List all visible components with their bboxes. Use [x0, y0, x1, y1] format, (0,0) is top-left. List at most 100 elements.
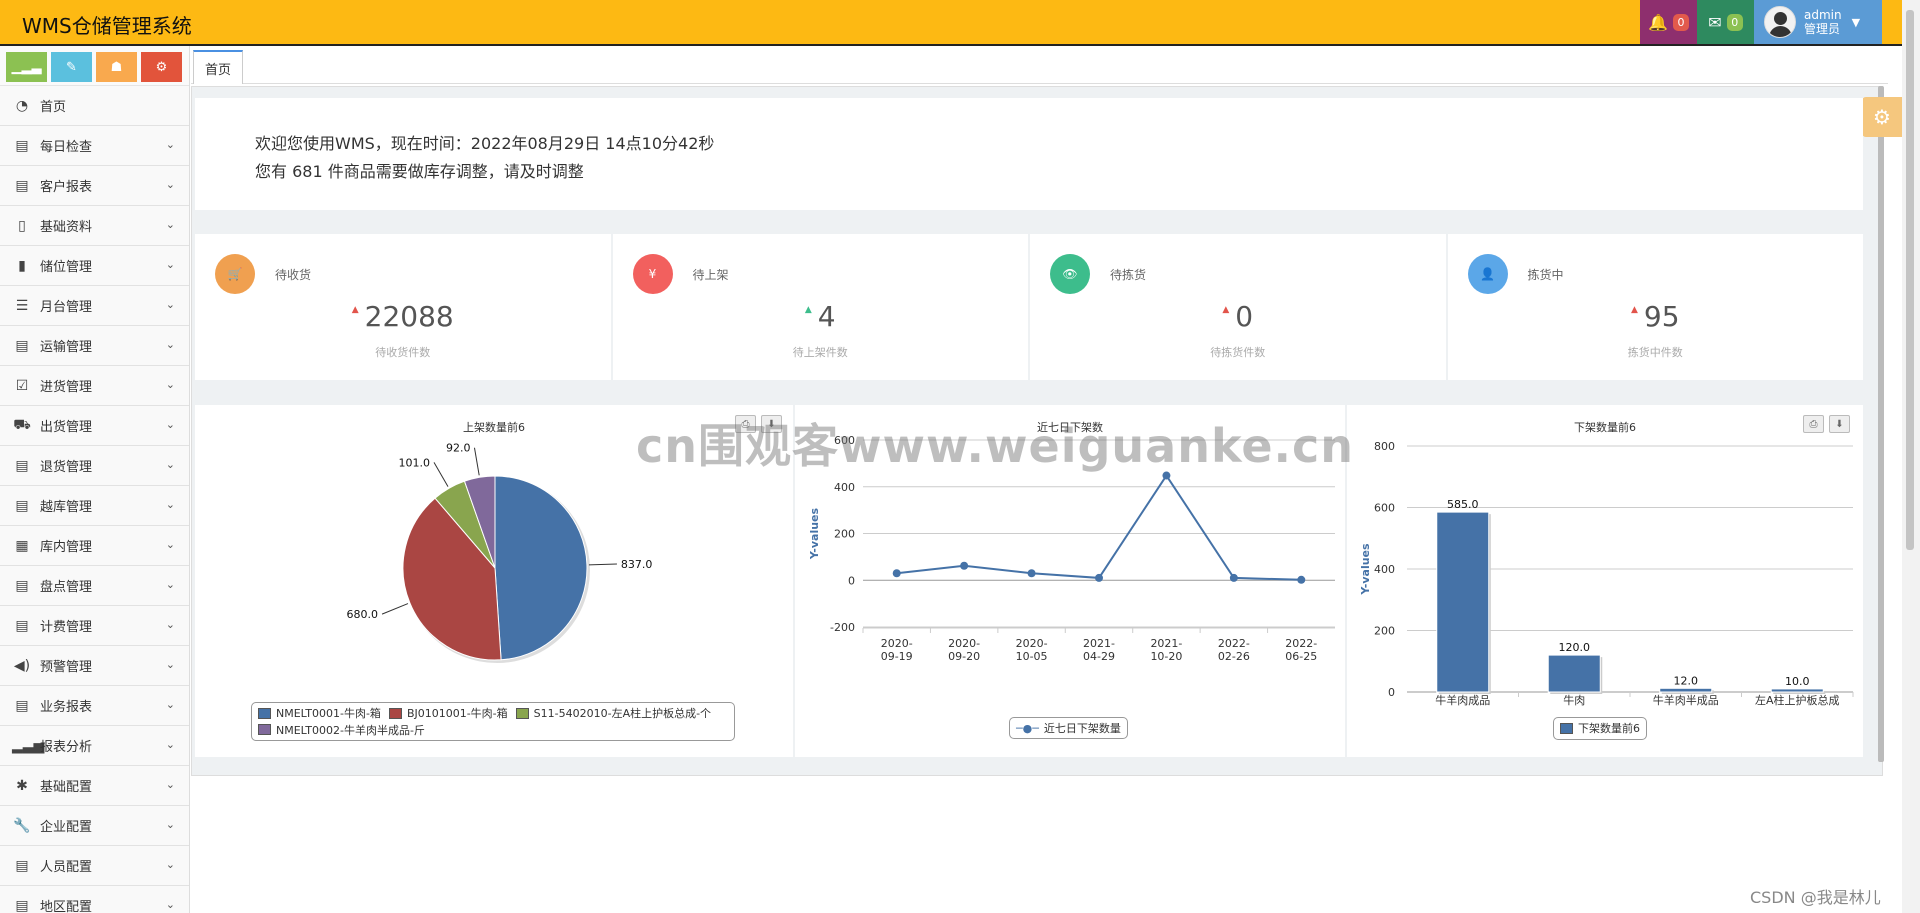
- line-series: [896, 473, 1302, 581]
- settings-float-button[interactable]: ⚙: [1862, 97, 1902, 137]
- signal-icon: ▁▂▃: [11, 59, 42, 75]
- sidebar-item[interactable]: ▯ 基础资料 ⌄: [0, 206, 189, 246]
- chevron-down-icon: ⌄: [165, 778, 175, 791]
- x-tick-label: 2022-02-26: [1218, 637, 1250, 663]
- bar[interactable]: [1770, 688, 1824, 693]
- sidebar-item[interactable]: ☰ 月台管理 ⌄: [0, 286, 189, 326]
- sidebar-item-label: 盘点管理: [40, 580, 93, 595]
- tab-bar: 首页: [191, 48, 1888, 84]
- sidebar-item-label: 报表分析: [40, 740, 93, 755]
- y-tick-label: 400: [1374, 563, 1395, 576]
- line-point[interactable]: [892, 569, 901, 578]
- stat-caption: 待上架件数: [792, 346, 848, 359]
- user-role: 管理员: [1804, 22, 1841, 36]
- film-icon: ▦: [15, 537, 29, 554]
- sidebar-item[interactable]: ⛟ 出货管理 ⌄: [0, 406, 189, 446]
- sidebar-item[interactable]: ◀) 预警管理 ⌄: [0, 646, 189, 686]
- content-scrollbar[interactable]: [1878, 86, 1884, 762]
- legend-entry[interactable]: ─●─ 近七日下架数量: [1016, 720, 1121, 736]
- legend-entry[interactable]: NMELT0002-牛羊肉半成品-斤: [258, 722, 425, 738]
- line-point[interactable]: [1229, 573, 1238, 582]
- stat-value-wrap: ▲ 95: [1448, 300, 1864, 333]
- chevron-down-icon: ⌄: [165, 498, 175, 511]
- bar[interactable]: [1436, 511, 1490, 693]
- y-tick-label: 200: [834, 528, 855, 541]
- sidebar-item[interactable]: ▤ 人员配置 ⌄: [0, 846, 189, 886]
- page-scrollbar-thumb[interactable]: [1906, 10, 1914, 550]
- sidebar-item[interactable]: ☑ 进货管理 ⌄: [0, 366, 189, 406]
- print-button[interactable]: ⎙: [1803, 415, 1824, 433]
- sidebar-item[interactable]: ▤ 越库管理 ⌄: [0, 486, 189, 526]
- envelope-icon: ✉: [1708, 12, 1722, 32]
- list-icon: ▤: [15, 457, 29, 474]
- print-icon: ⎙: [1809, 418, 1818, 430]
- bar-data-label: 10.0: [1785, 675, 1810, 688]
- legend-label: NMELT0002-牛羊肉半成品-斤: [276, 723, 425, 737]
- eye-icon: 👁: [1050, 254, 1090, 294]
- sidebar-item[interactable]: ▤ 业务报表 ⌄: [0, 686, 189, 726]
- sidebar-item-label: 计费管理: [40, 620, 93, 635]
- sidebar-item[interactable]: ◔ 首页: [0, 86, 189, 126]
- line-point[interactable]: [1027, 569, 1036, 578]
- legend-entry[interactable]: S11-5402010-左A柱上护板总成-个: [515, 705, 711, 721]
- signal-shortcut-button[interactable]: ▁▂▃: [6, 52, 47, 82]
- list-icon: ▤: [15, 337, 29, 354]
- bar-data-label: 120.0: [1559, 641, 1591, 654]
- pencil-shortcut-button[interactable]: ✎: [51, 52, 92, 82]
- pie-data-label: 92.0: [446, 442, 471, 455]
- sidebar-item-label: 进货管理: [40, 380, 93, 395]
- chevron-down-icon: ⌄: [165, 378, 175, 391]
- sidebar-item[interactable]: ▤ 每日检查 ⌄: [0, 126, 189, 166]
- sidebar-item-label: 企业配置: [40, 820, 93, 835]
- legend-entry[interactable]: BJ0101001-牛肉-箱: [388, 705, 508, 721]
- sidebar-item[interactable]: ▮ 储位管理 ⌄: [0, 246, 189, 286]
- pie-legend: NMELT0001-牛肉-箱 BJ0101001-牛肉-箱 S11-5402010-…: [251, 702, 735, 741]
- y-tick-label: 600: [1374, 502, 1395, 515]
- tab-home[interactable]: 首页: [193, 50, 243, 84]
- legend-entry[interactable]: NMELT0001-牛肉-箱: [258, 705, 381, 721]
- line-point[interactable]: [1095, 573, 1103, 582]
- cogs-icon: ⚙: [155, 59, 168, 75]
- sidebar-item[interactable]: 🔧 企业配置 ⌄: [0, 806, 189, 846]
- sidebar-item-label: 每日检查: [40, 140, 93, 155]
- tablet-icon: ▮: [18, 257, 26, 274]
- sidebar-item[interactable]: ▂▃▅ 报表分析 ⌄: [0, 726, 189, 766]
- cogs-shortcut-button[interactable]: ⚙: [141, 52, 182, 82]
- y-tick-label: 800: [1374, 440, 1395, 453]
- y-tick-label: 200: [1374, 625, 1395, 638]
- notifications-button[interactable]: 🔔 0: [1640, 0, 1697, 44]
- sidebar-item[interactable]: ▤ 计费管理 ⌄: [0, 606, 189, 646]
- check-square-icon: ☑: [15, 377, 29, 394]
- sidebar-item-label: 人员配置: [40, 860, 93, 875]
- user-menu[interactable]: admin 管理员 ▼: [1754, 0, 1882, 44]
- legend-label: 下架数量前6: [1578, 722, 1640, 735]
- download-button[interactable]: ⬇: [1829, 415, 1850, 433]
- line-legend: ─●─ 近七日下架数量: [1009, 717, 1128, 739]
- sidebar-item-label: 储位管理: [40, 260, 93, 275]
- line-point[interactable]: [1297, 575, 1306, 584]
- users-shortcut-button[interactable]: ☗: [96, 52, 137, 82]
- legend-entry[interactable]: 下架数量前6: [1560, 720, 1640, 736]
- stat-value: 95: [1643, 300, 1680, 333]
- y-tick-label: 400: [834, 481, 855, 494]
- pie-leader-line: [473, 447, 480, 476]
- stat-caption: 拣货中件数: [1627, 346, 1683, 359]
- sidebar-item[interactable]: ✱ 基础配置 ⌄: [0, 766, 189, 806]
- sidebar-item[interactable]: ▤ 地区配置 ⌄: [0, 886, 189, 913]
- bar[interactable]: [1547, 654, 1601, 693]
- sidebar-item[interactable]: ▤ 客户报表 ⌄: [0, 166, 189, 206]
- welcome-time-text: 欢迎您使用WMS，现在时间：2022年08月29日 14点10分42秒: [255, 134, 715, 153]
- stat-label: 拣货中: [1527, 268, 1564, 282]
- bar[interactable]: [1659, 687, 1713, 693]
- sidebar-item[interactable]: ▤ 运输管理 ⌄: [0, 326, 189, 366]
- chevron-down-icon: ⌄: [165, 418, 175, 431]
- chevron-down-icon: ⌄: [165, 898, 175, 911]
- pie-slice[interactable]: [494, 475, 588, 661]
- sidebar-item[interactable]: ▤ 盘点管理 ⌄: [0, 566, 189, 606]
- wrench-icon: 🔧: [13, 817, 31, 834]
- messages-button[interactable]: ✉ 0: [1697, 0, 1754, 44]
- sidebar-item[interactable]: ▤ 退货管理 ⌄: [0, 446, 189, 486]
- line-point[interactable]: [960, 561, 969, 570]
- sidebar-item[interactable]: ▦ 库内管理 ⌄: [0, 526, 189, 566]
- th-list-icon: ☰: [15, 297, 29, 314]
